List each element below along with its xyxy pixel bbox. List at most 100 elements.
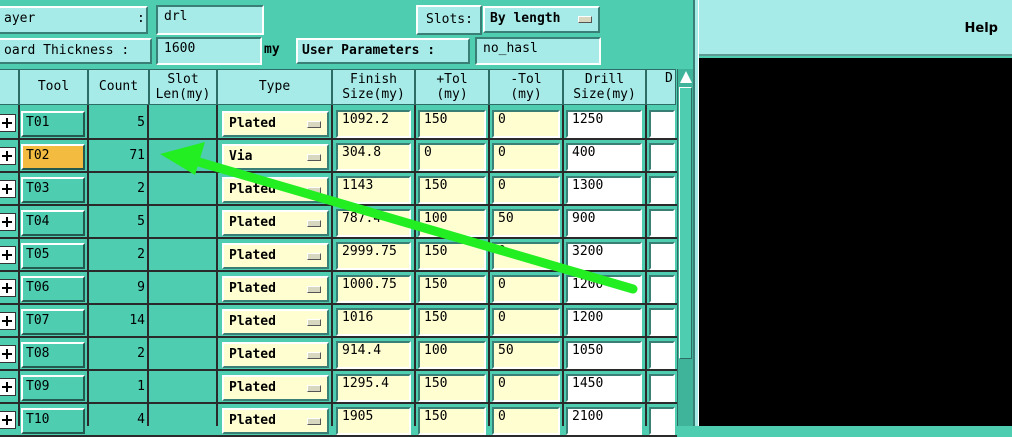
minus-tol-input[interactable]: 0	[492, 374, 560, 402]
drill-size-input[interactable]: 400	[566, 143, 642, 171]
plus-tol-input[interactable]: 150	[418, 110, 486, 138]
next-col-input[interactable]	[649, 143, 675, 171]
finish-size-input[interactable]: 787.4	[336, 209, 411, 237]
tool-button[interactable]: T09	[21, 375, 85, 401]
drill-size-input[interactable]: 1050	[566, 341, 642, 369]
next-col-input[interactable]	[649, 275, 675, 303]
next-col-input[interactable]	[649, 341, 675, 369]
type-option-menu[interactable]: Plated	[222, 408, 329, 434]
finish-size-input[interactable]: 1000.75	[336, 275, 411, 303]
next-col-input[interactable]	[649, 209, 675, 237]
minus-tol-input[interactable]: 50	[492, 341, 560, 369]
header-count: Count	[88, 69, 149, 105]
plus-tol-input[interactable]: 150	[418, 374, 486, 402]
minus-tol-input[interactable]: 0	[492, 110, 560, 138]
add-row-icon[interactable]	[0, 147, 16, 165]
type-option-menu[interactable]: Plated	[222, 210, 329, 236]
next-col-input[interactable]	[649, 308, 675, 336]
plus-tol-input[interactable]: 150	[418, 407, 486, 435]
user-parameters-field[interactable]: no_hasl	[475, 37, 601, 65]
minus-tol-input[interactable]: 50	[492, 209, 560, 237]
type-value: Plated	[229, 347, 276, 362]
drill-size-input[interactable]: 1200	[566, 275, 642, 303]
drill-size-input[interactable]: 2100	[566, 407, 642, 435]
slots-option-menu[interactable]: By length	[483, 6, 600, 33]
add-row-icon[interactable]	[0, 246, 16, 264]
tool-button[interactable]: T07	[21, 309, 85, 335]
option-menu-indicator-icon	[307, 154, 321, 161]
finish-size-input[interactable]: 1016	[336, 308, 411, 336]
scroll-up-arrow-icon[interactable]	[680, 71, 692, 83]
vertical-scrollbar[interactable]	[677, 69, 693, 426]
minus-tol-input[interactable]: 0	[492, 143, 560, 171]
add-row-icon[interactable]	[0, 345, 16, 363]
plus-tol-input[interactable]: 100	[418, 209, 486, 237]
add-row-icon[interactable]	[0, 312, 16, 330]
minus-tol-input[interactable]: 0	[492, 176, 560, 204]
header-plus-tol: +Tol (my)	[415, 69, 489, 105]
tool-button[interactable]: T02	[21, 144, 85, 170]
type-option-menu[interactable]: Plated	[222, 276, 329, 302]
next-col-input[interactable]	[649, 110, 675, 138]
board-thickness-field[interactable]: 1600	[156, 37, 262, 65]
next-col-input[interactable]	[649, 242, 675, 270]
tool-count: 14	[129, 313, 145, 328]
type-option-menu[interactable]: Plated	[222, 375, 329, 401]
layer-field[interactable]: drl	[156, 5, 264, 35]
header-slot-length: Slot Len(my)	[149, 69, 217, 105]
minus-tol-input[interactable]: 0	[492, 308, 560, 336]
add-row-icon[interactable]	[0, 411, 16, 429]
finish-size-input[interactable]: 1092.2	[336, 110, 411, 138]
tool-count: 4	[137, 412, 145, 427]
tool-button[interactable]: T06	[21, 276, 85, 302]
minus-tol-input[interactable]: 0	[492, 407, 560, 435]
drill-size-input[interactable]: 1450	[566, 374, 642, 402]
type-option-menu[interactable]: Plated	[222, 177, 329, 203]
tool-button[interactable]: T01	[21, 111, 85, 137]
tool-button[interactable]: T03	[21, 177, 85, 203]
finish-size-input[interactable]: 2999.75	[336, 242, 411, 270]
plus-tol-input[interactable]: 150	[418, 242, 486, 270]
plus-tol-input[interactable]: 100	[418, 341, 486, 369]
finish-size-input[interactable]: 304.8	[336, 143, 411, 171]
tool-button[interactable]: T04	[21, 210, 85, 236]
drill-size-input[interactable]: 1300	[566, 176, 642, 204]
drill-size-input[interactable]: 3200	[566, 242, 642, 270]
tool-button[interactable]: T10	[21, 408, 85, 434]
type-option-menu[interactable]: Via	[222, 144, 329, 170]
minus-tol-input[interactable]: 0	[492, 242, 560, 270]
add-row-icon[interactable]	[0, 378, 16, 396]
drill-size-input[interactable]: 900	[566, 209, 642, 237]
type-value: Plated	[229, 314, 276, 329]
finish-size-input[interactable]: 1295.4	[336, 374, 411, 402]
tool-button[interactable]: T05	[21, 243, 85, 269]
next-col-input[interactable]	[649, 176, 675, 204]
help-menu[interactable]: Help	[965, 21, 998, 36]
plus-tol-input[interactable]: 150	[418, 308, 486, 336]
next-col-input[interactable]	[649, 407, 675, 435]
drill-size-input[interactable]: 1200	[566, 308, 642, 336]
type-option-menu[interactable]: Plated	[222, 243, 329, 269]
tool-button[interactable]: T08	[21, 342, 85, 368]
add-row-icon[interactable]	[0, 114, 16, 132]
finish-size-input[interactable]: 1905	[336, 407, 411, 435]
plus-tol-input[interactable]: 0	[418, 143, 486, 171]
plus-tol-input[interactable]: 150	[418, 275, 486, 303]
type-option-menu[interactable]: Plated	[222, 342, 329, 368]
add-row-icon[interactable]	[0, 279, 16, 297]
type-option-menu[interactable]: Plated	[222, 309, 329, 335]
plus-tol-input[interactable]: 150	[418, 176, 486, 204]
drill-size-input[interactable]: 1250	[566, 110, 642, 138]
type-option-menu[interactable]: Plated	[222, 111, 329, 137]
column-divider	[414, 105, 416, 426]
add-row-icon[interactable]	[0, 213, 16, 231]
next-col-input[interactable]	[649, 374, 675, 402]
finish-size-input[interactable]: 914.4	[336, 341, 411, 369]
option-menu-indicator-icon	[307, 253, 321, 260]
row-divider	[0, 336, 677, 338]
scrollbar-thumb[interactable]	[679, 87, 692, 359]
add-row-icon[interactable]	[0, 180, 16, 198]
finish-size-input[interactable]: 1143	[336, 176, 411, 204]
minus-tol-input[interactable]: 0	[492, 275, 560, 303]
column-divider	[331, 105, 333, 426]
